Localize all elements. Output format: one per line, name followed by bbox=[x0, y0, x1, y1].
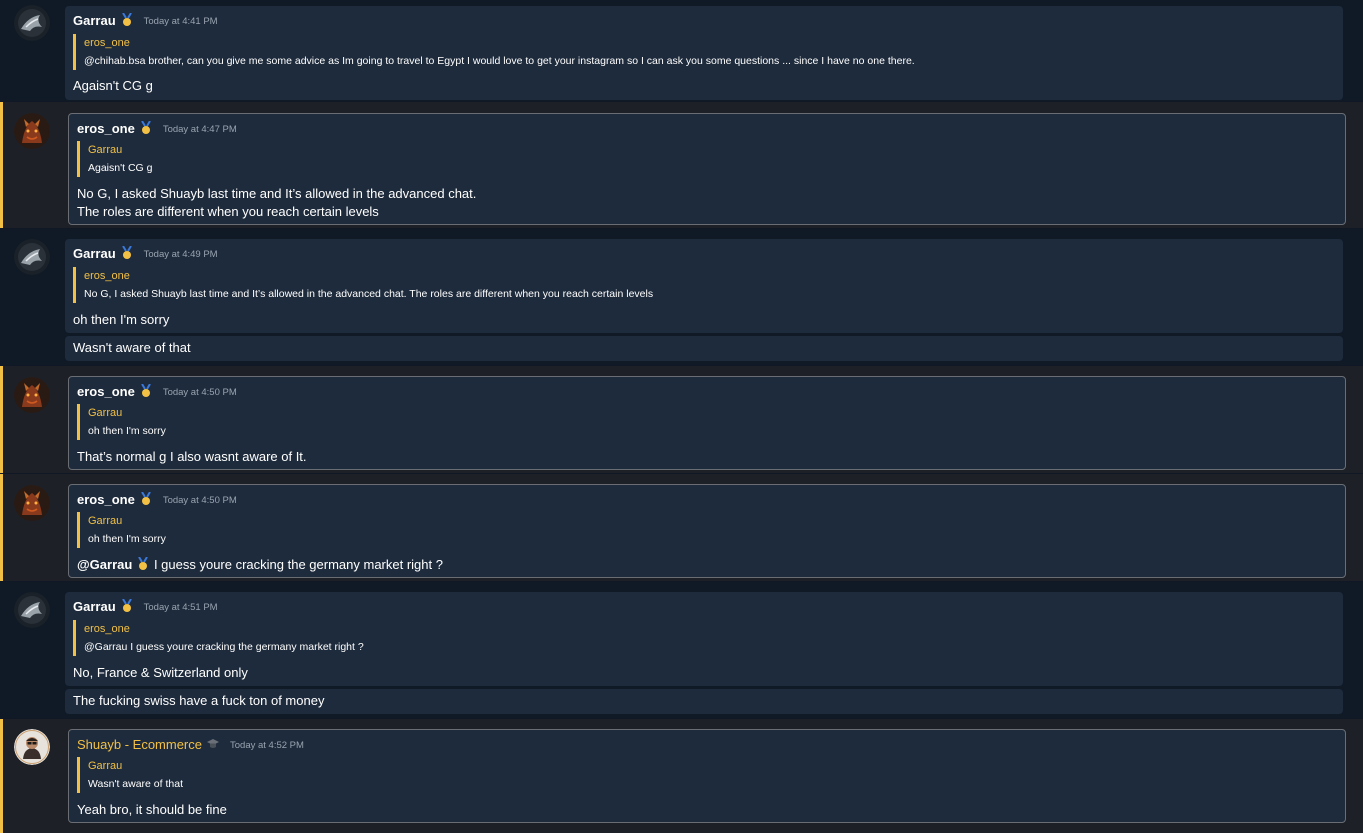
message-text: That’s normal g I also wasnt aware of It… bbox=[77, 449, 307, 464]
avatar[interactable] bbox=[14, 592, 50, 628]
message-text-line-2: The roles are different when you reach c… bbox=[77, 204, 379, 219]
avatar[interactable] bbox=[14, 485, 50, 521]
timestamp: Today at 4:41 PM bbox=[143, 15, 218, 27]
medal-icon bbox=[136, 556, 150, 571]
message-bubble: Shuayb - Ecommerce Today at 4:52 PM Garr… bbox=[68, 729, 1346, 823]
quote-author: Garrau bbox=[88, 760, 123, 772]
reply-quote[interactable]: eros_one @Garrau I guess youre cracking … bbox=[73, 620, 364, 656]
quote-text: @chihab.bsa brother, can you give me som… bbox=[84, 55, 915, 67]
message-header: Garrau Today at 4:49 PM bbox=[73, 244, 218, 262]
message-group: eros_one Today at 4:47 PM Garrau Agaisn'… bbox=[0, 102, 1363, 228]
quote-text: @Garrau I guess youre cracking the germa… bbox=[84, 641, 364, 653]
message-bubble-followup: The fucking swiss have a fuck ton of mon… bbox=[65, 689, 1343, 714]
quote-author: eros_one bbox=[84, 270, 130, 282]
message-group: eros_one Today at 4:50 PM Garrau oh then… bbox=[0, 366, 1363, 473]
avatar[interactable] bbox=[14, 239, 50, 275]
message-group: eros_one Today at 4:50 PM Garrau oh then… bbox=[0, 474, 1363, 581]
message-body: I guess youre cracking the germany marke… bbox=[153, 557, 443, 572]
reply-quote[interactable]: Garrau oh then I'm sorry bbox=[77, 404, 166, 440]
message-text: The fucking swiss have a fuck ton of mon… bbox=[73, 693, 325, 708]
author-name[interactable]: Garrau bbox=[73, 13, 116, 28]
message-header: eros_one Today at 4:50 PM bbox=[77, 490, 237, 508]
reply-quote[interactable]: Garrau Wasn't aware of that bbox=[77, 757, 183, 793]
quote-text: oh then I'm sorry bbox=[88, 533, 166, 545]
message-text: Wasn't aware of that bbox=[73, 340, 191, 355]
timestamp: Today at 4:52 PM bbox=[230, 739, 304, 751]
author-name[interactable]: Shuayb - Ecommerce bbox=[77, 737, 202, 752]
message-group: Garrau Today at 4:41 PM eros_one @chihab… bbox=[0, 0, 1363, 101]
author-name[interactable]: eros_one bbox=[77, 492, 135, 507]
message-text: No, France & Switzerland only bbox=[73, 665, 248, 680]
message-bubble: eros_one Today at 4:47 PM Garrau Agaisn'… bbox=[68, 113, 1346, 225]
timestamp: Today at 4:50 PM bbox=[162, 494, 237, 506]
medal-icon bbox=[139, 120, 153, 135]
chat-feed: Garrau Today at 4:41 PM eros_one @chihab… bbox=[0, 0, 1363, 833]
message-header: Shuayb - Ecommerce Today at 4:52 PM bbox=[77, 735, 304, 753]
message-bubble-followup: Wasn't aware of that bbox=[65, 336, 1343, 361]
quote-text: oh then I'm sorry bbox=[88, 425, 166, 437]
quote-author: eros_one bbox=[84, 37, 130, 49]
quote-author: eros_one bbox=[84, 623, 130, 635]
message-text: oh then I'm sorry bbox=[73, 312, 170, 327]
message-bubble: Garrau Today at 4:49 PM eros_one No G, I… bbox=[65, 239, 1343, 333]
reply-quote[interactable]: Garrau oh then I'm sorry bbox=[77, 512, 166, 548]
author-name[interactable]: eros_one bbox=[77, 384, 135, 399]
message-bubble: Garrau Today at 4:51 PM eros_one @Garrau… bbox=[65, 592, 1343, 686]
message-group: Garrau Today at 4:49 PM eros_one No G, I… bbox=[0, 229, 1363, 365]
avatar[interactable] bbox=[14, 5, 50, 41]
author-name[interactable]: Garrau bbox=[73, 246, 116, 261]
user-mention[interactable]: @Garrau bbox=[77, 557, 132, 572]
reply-quote[interactable]: eros_one No G, I asked Shuayb last time … bbox=[73, 267, 653, 303]
message-header: Garrau Today at 4:41 PM bbox=[73, 11, 218, 29]
message-group: Shuayb - Ecommerce Today at 4:52 PM Garr… bbox=[0, 719, 1363, 833]
message-group: Garrau Today at 4:51 PM eros_one @Garrau… bbox=[0, 582, 1363, 718]
author-name[interactable]: eros_one bbox=[77, 121, 135, 136]
message-text-line-1: No G, I asked Shuayb last time and It’s … bbox=[77, 186, 477, 201]
avatar[interactable] bbox=[14, 377, 50, 413]
quote-author: Garrau bbox=[88, 144, 123, 156]
quote-text: No G, I asked Shuayb last time and It’s … bbox=[84, 288, 654, 300]
avatar[interactable] bbox=[14, 729, 50, 765]
reply-quote[interactable]: eros_one @chihab.bsa brother, can you gi… bbox=[73, 34, 915, 70]
timestamp: Today at 4:49 PM bbox=[143, 248, 218, 260]
message-header: Garrau Today at 4:51 PM bbox=[73, 597, 218, 615]
timestamp: Today at 4:51 PM bbox=[143, 601, 218, 613]
quote-text: Agaisn't CG g bbox=[88, 162, 153, 174]
quote-author: Garrau bbox=[88, 515, 123, 527]
medal-icon bbox=[139, 383, 153, 398]
message-text: Yeah bro, it should be fine bbox=[77, 802, 227, 817]
message-bubble: eros_one Today at 4:50 PM Garrau oh then… bbox=[68, 376, 1346, 470]
medal-icon bbox=[139, 491, 153, 506]
message-text: @Garrau I guess youre cracking the germa… bbox=[77, 556, 443, 574]
quote-author: Garrau bbox=[88, 407, 123, 419]
medal-icon bbox=[120, 12, 134, 27]
message-header: eros_one Today at 4:50 PM bbox=[77, 382, 237, 400]
message-bubble: Garrau Today at 4:41 PM eros_one @chihab… bbox=[65, 6, 1343, 100]
quote-text: Wasn't aware of that bbox=[88, 778, 183, 790]
message-text: Agaisn't CG g bbox=[73, 78, 153, 93]
reply-quote[interactable]: Garrau Agaisn't CG g bbox=[77, 141, 152, 177]
author-name[interactable]: Garrau bbox=[73, 599, 116, 614]
message-header: eros_one Today at 4:47 PM bbox=[77, 119, 237, 137]
medal-icon bbox=[120, 245, 134, 260]
medal-icon bbox=[120, 598, 134, 613]
avatar[interactable] bbox=[14, 113, 50, 149]
graduation-cap-icon bbox=[206, 737, 220, 751]
timestamp: Today at 4:47 PM bbox=[162, 123, 237, 135]
timestamp: Today at 4:50 PM bbox=[162, 386, 237, 398]
message-bubble: eros_one Today at 4:50 PM Garrau oh then… bbox=[68, 484, 1346, 578]
